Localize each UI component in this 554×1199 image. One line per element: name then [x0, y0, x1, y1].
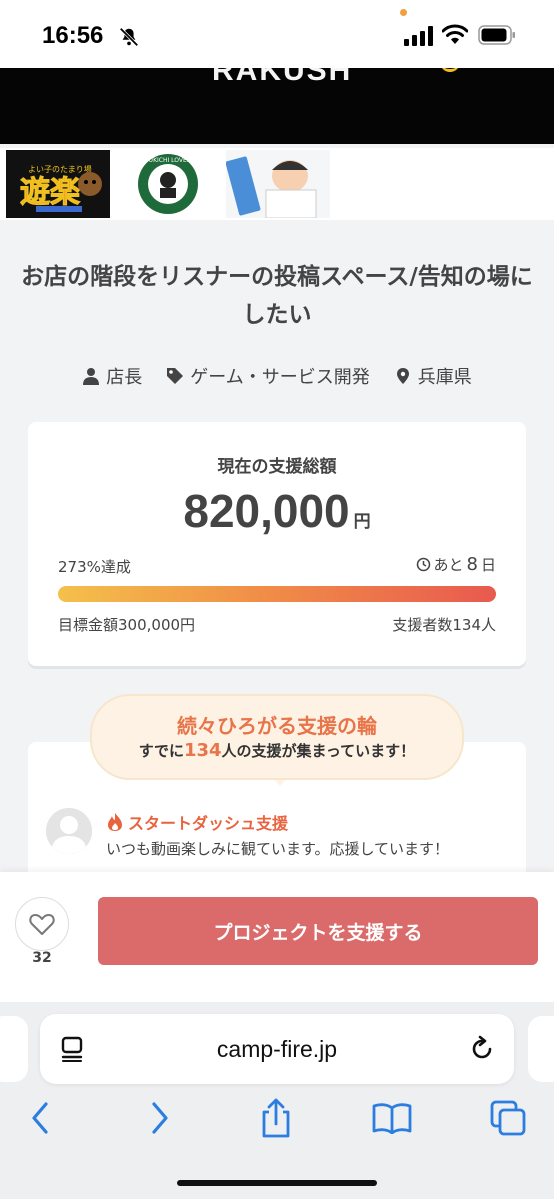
clock-icon — [416, 557, 430, 572]
thumbnail-1[interactable]: よい子のたまり場 遊楽 — [6, 150, 110, 218]
bubble-post: 人の支援が集まっています！ — [221, 742, 416, 760]
chevron-left-icon — [32, 1102, 48, 1134]
url-text: camp-fire.jp — [216, 1036, 338, 1062]
funding-amount: 820,000 円 — [28, 484, 526, 538]
yukichi-lover-badge: YUKICHI LOVER — [116, 150, 220, 218]
book-icon — [372, 1103, 412, 1134]
reload-icon[interactable] — [468, 1035, 496, 1063]
hero-text: RAKUSH — [212, 68, 353, 87]
bubble-count: 134 — [183, 740, 222, 761]
status-bar: 16:56 — [0, 0, 554, 68]
bubble-subtitle: すでに134人の支援が集まっています！ — [92, 740, 462, 761]
forward-button[interactable] — [138, 1098, 182, 1138]
funding-progress-bar — [58, 586, 496, 602]
browser-chrome: camp-fire.jp — [0, 1002, 554, 1199]
funding-currency: 円 — [353, 512, 371, 532]
tag-icon — [167, 368, 184, 384]
achievement-rate: 273%達成 — [58, 556, 131, 577]
tabs-icon — [490, 1100, 526, 1136]
character-illustration — [226, 150, 330, 218]
privacy-dot-icon — [400, 9, 407, 16]
share-icon — [262, 1098, 290, 1138]
remaining-days: 8 — [466, 554, 478, 575]
thumbnail-3[interactable] — [226, 150, 330, 218]
like-count: 32 — [32, 950, 52, 966]
supporter-tag-label: スタートダッシュ支援 — [128, 814, 289, 833]
thumbnail-1-main-text: 遊楽 — [20, 175, 80, 210]
hero-banner: RAKUSH — [0, 68, 554, 144]
share-button[interactable] — [254, 1098, 298, 1138]
default-avatar-icon — [46, 808, 92, 854]
like-button[interactable] — [15, 897, 69, 951]
backer-count: 支援者数134人 — [392, 616, 496, 634]
supporter-message: いつも動画楽しみに観ています。応援しています！ — [106, 840, 450, 858]
previous-tab-preview[interactable] — [0, 1016, 28, 1082]
location-pin-icon — [396, 368, 409, 384]
remaining-suffix: 日 — [480, 556, 496, 574]
yuraku-logo: よい子のたまり場 遊楽 — [6, 150, 110, 218]
funding-amount-value: 820,000 — [183, 485, 350, 537]
heart-icon — [29, 914, 55, 935]
funding-card: 現在の支援総額 820,000 円 273%達成 あと 8 日 目標金額300,000… — [28, 422, 526, 666]
wifi-icon — [442, 24, 468, 44]
project-meta: 店長 ゲーム・サービス開発 兵庫県 — [0, 362, 554, 390]
flame-icon — [108, 813, 122, 831]
category-name: ゲーム・サービス開発 — [190, 367, 370, 388]
address-bar[interactable]: camp-fire.jp — [40, 1014, 514, 1084]
home-indicator — [177, 1180, 377, 1186]
supporter-tag: スタートダッシュ支援 — [106, 810, 288, 834]
avatar — [46, 808, 92, 854]
location-name: 兵庫県 — [417, 367, 472, 388]
remaining-time: あと 8 日 — [416, 554, 496, 575]
goal-amount: 目標金額300,000円 — [58, 616, 196, 634]
location-meta[interactable]: 兵庫県 — [394, 362, 472, 390]
support-project-button[interactable]: プロジェクトを支援する — [98, 897, 538, 965]
tabs-button[interactable] — [486, 1098, 530, 1138]
achievement-percent: 273 — [58, 558, 87, 576]
chevron-right-icon — [152, 1102, 168, 1134]
back-button[interactable] — [18, 1098, 62, 1138]
project-title: お店の階段をリスナーの投稿スペース/告知の場にしたい — [21, 264, 533, 328]
category-meta[interactable]: ゲーム・サービス開発 — [166, 362, 370, 390]
owner-name: 店長 — [106, 367, 143, 388]
thumbnail-2[interactable]: YUKICHI LOVER — [116, 150, 220, 218]
bell-off-icon — [119, 27, 139, 47]
owner-meta[interactable]: 店長 — [82, 362, 142, 390]
thumbnail-1-small-text: よい子のたまり場 — [28, 164, 92, 174]
bookmarks-button[interactable] — [370, 1098, 414, 1138]
bubble-title: 続々ひろがる支援の輪 — [177, 714, 377, 738]
thumbnail-strip: よい子のたまり場 遊楽 YUKICHI LOVER — [0, 148, 554, 220]
remaining-prefix: あと — [433, 556, 464, 574]
hero-accent — [440, 68, 460, 72]
browser-toolbar — [0, 1098, 554, 1146]
user-icon — [83, 368, 100, 385]
battery-icon — [478, 25, 515, 45]
supporters-bubble: 続々ひろがる支援の輪 すでに134人の支援が集まっています！ — [90, 694, 464, 780]
thumbnail-2-text: YUKICHI LOVER — [144, 157, 191, 164]
status-time: 16:56 — [42, 22, 104, 49]
bottom-action-bar: 32 プロジェクトを支援する — [0, 872, 554, 1002]
bubble-pre: すでに — [138, 742, 184, 760]
cellular-signal-icon — [404, 26, 433, 46]
next-tab-preview[interactable] — [528, 1016, 554, 1082]
achievement-suffix: %達成 — [86, 558, 131, 576]
funding-label: 現在の支援総額 — [217, 457, 337, 477]
